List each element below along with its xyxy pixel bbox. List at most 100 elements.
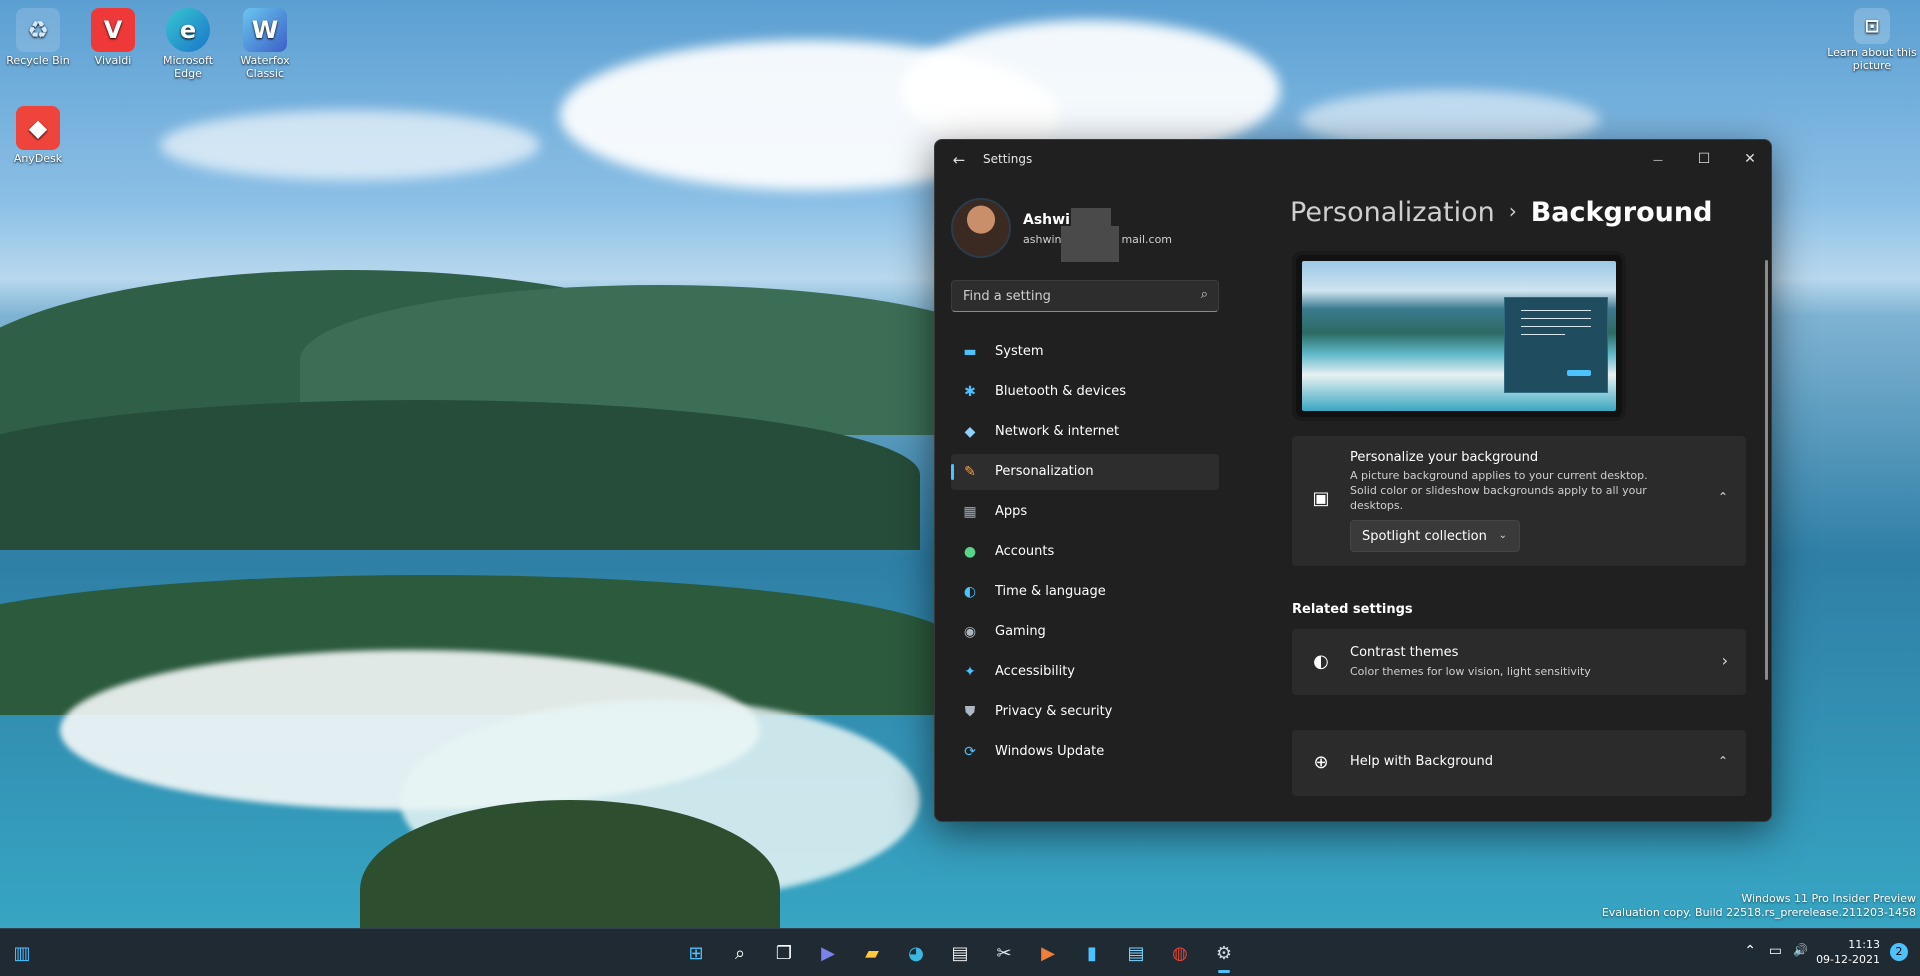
page-title: Background	[1530, 197, 1713, 228]
back-button[interactable]: ←	[947, 148, 971, 172]
taskbar-button[interactable]: ❐	[768, 937, 800, 969]
close-icon: ✕	[1744, 151, 1756, 167]
taskbar-button[interactable]: ▶	[812, 937, 844, 969]
brush-icon: ✎	[964, 464, 976, 480]
desktop-icon-label: Microsoft Edge	[162, 54, 214, 80]
system-icon: ▬	[963, 344, 977, 360]
close-button[interactable]: ✕	[1727, 144, 1771, 174]
sidebar-item-label: Gaming	[995, 624, 1046, 639]
sidebar-item-label: Bluetooth & devices	[995, 384, 1126, 399]
bluetooth-icon: ✱	[964, 384, 976, 400]
edge-icon: e	[166, 8, 210, 52]
snipping-tool-icon: ✂	[996, 942, 1012, 964]
minimize-button[interactable]: —	[1635, 144, 1681, 174]
search-icon[interactable]: ⌕	[1201, 287, 1208, 302]
personalize-description: A picture background applies to your cur…	[1350, 469, 1648, 512]
sidebar-item-accessibility[interactable]: ✦ Accessibility	[951, 654, 1219, 690]
sidebar-item-apps[interactable]: ▦ Apps	[951, 494, 1219, 530]
notepad-icon: ▤	[1127, 942, 1145, 964]
waterfox-icon: W	[243, 8, 287, 52]
desktop-icon-label: AnyDesk	[13, 152, 63, 165]
search-input[interactable]: Find a setting	[963, 289, 1051, 304]
taskbar-button[interactable]: ▤	[944, 937, 976, 969]
background-type-dropdown[interactable]: Spotlight collection ⌄	[1350, 520, 1520, 552]
sidebar-item-label: Personalization	[995, 464, 1094, 479]
desktop-icon-anydesk[interactable]: ◆ AnyDesk	[2, 106, 74, 165]
minimize-icon: —	[1653, 155, 1663, 166]
scrollbar[interactable]	[1765, 260, 1768, 680]
preview-button	[1567, 370, 1591, 376]
desktop-icon-label: Vivaldi	[94, 54, 132, 67]
volume-icon[interactable]: 🔊	[1793, 943, 1808, 957]
network-icon[interactable]: ▭	[1769, 943, 1782, 959]
personalize-background-card: ▣ Personalize your background A picture …	[1292, 436, 1746, 566]
sidebar-item-label: Time & language	[995, 584, 1106, 599]
desktop-icon-learn-about-picture[interactable]: ⊡ Learn about this picture	[1824, 8, 1920, 72]
shield-icon: ⛊	[964, 704, 976, 720]
collapse-chevron-icon[interactable]: ⌃	[1718, 490, 1728, 504]
clock[interactable]: 11:13 09-12-2021	[1816, 937, 1880, 967]
taskbar-button[interactable]: ◍	[1164, 937, 1196, 969]
sidebar-item-time-language[interactable]: ◐ Time & language	[951, 574, 1219, 610]
evaluation-watermark: Windows 11 Pro Insider Preview Evaluatio…	[1602, 892, 1916, 920]
sidebar-item-privacy-security[interactable]: ⛊ Privacy & security	[951, 694, 1219, 730]
desktop-icon-edge[interactable]: e Microsoft Edge	[152, 8, 224, 80]
desktop-icon-recycle-bin[interactable]: ♻ Recycle Bin	[2, 8, 74, 67]
sidebar-item-windows-update[interactable]: ⟳ Windows Update	[951, 734, 1219, 770]
sidebar-item-bluetooth-devices[interactable]: ✱ Bluetooth & devices	[951, 374, 1219, 410]
preview-line	[1521, 326, 1591, 327]
preview-line	[1521, 310, 1591, 311]
title-bar: ← Settings — ☐ ✕	[935, 140, 1771, 180]
personalize-title: Personalize your background	[1350, 450, 1539, 465]
globe-icon: ◐	[963, 584, 977, 600]
taskbar-button[interactable]: ◕	[900, 937, 932, 969]
window-title: Settings	[983, 152, 1033, 166]
task-view-icon: ❐	[775, 942, 793, 964]
sidebar-item-personalization[interactable]: ✎ Personalization	[951, 454, 1219, 490]
cloud	[160, 110, 540, 180]
related-settings-heading: Related settings	[1292, 602, 1413, 617]
desktop-icon-waterfox[interactable]: W Waterfox Classic	[229, 8, 301, 80]
breadcrumb-parent[interactable]: Personalization	[1290, 197, 1495, 228]
notification-badge[interactable]: 2	[1890, 943, 1908, 961]
help-card[interactable]: ⊕ Help with Background ⌃	[1292, 730, 1746, 796]
sidebar-item-network-internet[interactable]: ◆ Network & internet	[951, 414, 1219, 450]
sidebar-item-gaming[interactable]: ◉ Gaming	[951, 614, 1219, 650]
sidebar-item-accounts[interactable]: ● Accounts	[951, 534, 1219, 570]
watermark-line2: Evaluation copy. Build 22518.rs_prerelea…	[1601, 906, 1916, 919]
settings-icon: ⚙	[1215, 942, 1233, 964]
taskbar-button[interactable]: ⊞	[680, 937, 712, 969]
widgets-button[interactable]: ▥	[6, 937, 38, 969]
start-icon: ⊞	[688, 942, 704, 964]
maximize-button[interactable]: ☐	[1681, 144, 1727, 174]
collapse-chevron-icon[interactable]: ⌃	[1718, 754, 1728, 768]
active-indicator	[951, 464, 954, 480]
chrome-icon: ◍	[1172, 942, 1188, 964]
desktop-icon-label: Waterfox Classic	[240, 54, 290, 80]
taskbar-button[interactable]: ✂	[988, 937, 1020, 969]
chevron-right-icon: ›	[1721, 651, 1728, 670]
breadcrumb: Personalization › Background	[1290, 197, 1712, 228]
search-box[interactable]: Find a setting ⌕	[951, 280, 1219, 312]
preview-line	[1521, 318, 1591, 319]
back-arrow-icon: ←	[952, 151, 966, 169]
sidebar-item-label: Network & internet	[995, 424, 1120, 439]
taskbar-button[interactable]: ▮	[1076, 937, 1108, 969]
tray-overflow-icon[interactable]: ⌃	[1744, 943, 1756, 959]
taskbar-button[interactable]: ⌕	[724, 937, 756, 969]
recycle-bin-icon: ♻	[16, 8, 60, 52]
chevron-down-icon: ⌄	[1498, 530, 1507, 541]
sidebar-item-label: Accounts	[995, 544, 1055, 559]
email-suffix: mail.com	[1121, 233, 1173, 246]
taskbar-button[interactable]: ▶	[1032, 937, 1064, 969]
taskbar-button[interactable]: ⚙	[1208, 937, 1240, 973]
desktop-icon-vivaldi[interactable]: V Vivaldi	[77, 8, 149, 67]
breadcrumb-separator: ›	[1508, 199, 1517, 223]
sidebar-item-system[interactable]: ▬ System	[951, 334, 1219, 370]
contrast-themes-card[interactable]: ◐ Contrast themes Color themes for low v…	[1292, 629, 1746, 695]
avatar[interactable]	[951, 198, 1011, 258]
taskbar-button[interactable]: ▰	[856, 937, 888, 969]
settings-window: ← Settings — ☐ ✕ Ashwin ashwin mail.com F…	[934, 139, 1772, 822]
taskbar-button[interactable]: ▤	[1120, 937, 1152, 969]
widgets-icon: ▥	[13, 942, 31, 964]
